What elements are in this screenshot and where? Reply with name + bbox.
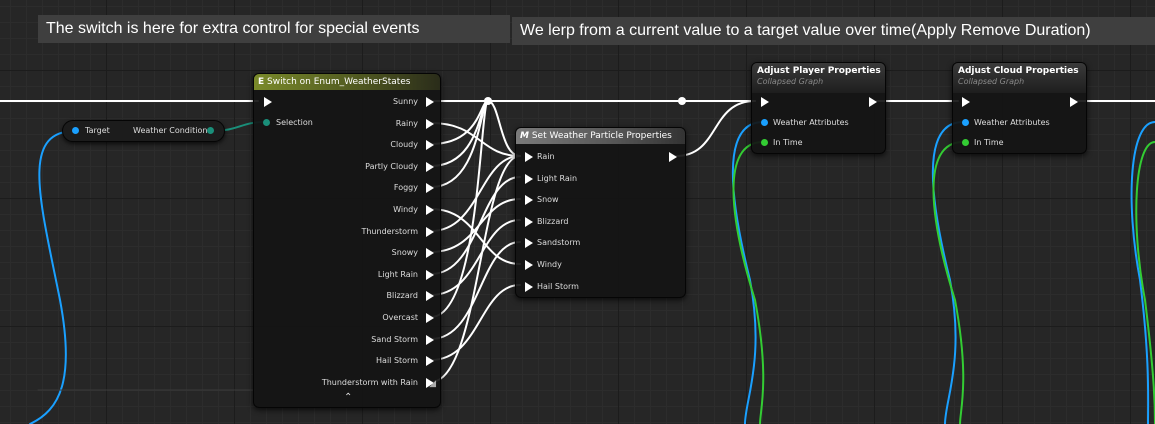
switch-output-label: Thunderstorm <box>361 226 418 236</box>
particle-title: Set Weather Particle Properties <box>531 131 672 141</box>
player-title: Adjust Player Properties <box>757 66 881 76</box>
particle-input-label: Sandstorm <box>537 238 581 248</box>
exec-wire-particle-out <box>675 100 756 157</box>
switch-output-label: Cloudy <box>390 140 418 150</box>
switch-output-label: Blizzard <box>386 291 418 301</box>
float-wire-cloud-time <box>932 141 965 424</box>
particle-input-label: Light Rain <box>537 173 578 183</box>
switch-output-pin[interactable] <box>426 97 434 107</box>
target-pin[interactable] <box>72 127 79 134</box>
particle-node[interactable]: M Set Weather Particle Properties Rain Li… <box>515 127 686 298</box>
player-header: Adjust Player Properties Collapsed Graph <box>752 63 885 93</box>
switch-output-label: Partly Cloudy <box>365 161 418 171</box>
switch-output-pin[interactable] <box>426 226 434 237</box>
cloud-header: Adjust Cloud Properties Collapsed Graph <box>953 63 1086 93</box>
cloud-subtitle: Collapsed Graph <box>958 77 1025 86</box>
particle-input-pin[interactable] <box>525 260 533 270</box>
switch-exec-in-pin[interactable] <box>264 97 272 107</box>
cloud-time-label: In Time <box>974 138 1004 147</box>
switch-node[interactable]: E Switch on Enum_WeatherStates Selection… <box>253 73 441 408</box>
resize-grip-icon[interactable]: ◢ <box>429 379 436 389</box>
switch-output-pin[interactable] <box>426 118 434 129</box>
particle-input-pin[interactable] <box>525 238 533 249</box>
expand-arrow-icon[interactable]: ⌃ <box>344 392 352 403</box>
player-time-label: In Time <box>773 138 803 147</box>
selection-label: Selection <box>276 118 313 127</box>
switch-output-label: Rainy <box>395 118 418 128</box>
enum-switch-icon: E <box>258 77 265 87</box>
reroute-knot-2 <box>678 97 686 105</box>
particle-exec-out-pin[interactable] <box>669 152 677 162</box>
struct-wire-edge <box>1130 121 1155 424</box>
weather-condition-label: Weather Condition <box>133 126 208 135</box>
particle-input-pin[interactable] <box>525 281 533 292</box>
particle-input-label: Blizzard <box>537 216 569 226</box>
selection-pin[interactable] <box>263 119 270 126</box>
exec-wire-thunderrain <box>430 155 521 383</box>
particle-header: M Set Weather Particle Properties <box>516 128 685 144</box>
player-attr-pin[interactable] <box>761 119 768 126</box>
switch-output-pin[interactable] <box>426 313 434 323</box>
weather-condition-pin[interactable] <box>207 127 214 134</box>
switch-output-pin[interactable] <box>426 183 434 194</box>
player-time-pin[interactable] <box>761 139 768 146</box>
switch-output-label: Foggy <box>393 183 418 193</box>
switch-output-label: Snowy <box>391 248 418 258</box>
exec-wire-sandstorm <box>430 241 521 340</box>
switch-output-label: Thunderstorm with Rain <box>321 377 418 387</box>
particle-input-label: Windy <box>537 260 562 269</box>
switch-output-pin[interactable] <box>426 334 434 345</box>
particle-input-pin[interactable] <box>525 195 533 206</box>
cloud-exec-in-pin[interactable] <box>962 97 970 107</box>
exec-wire-windy <box>430 208 521 265</box>
switch-output-pin[interactable] <box>426 356 434 367</box>
particle-input-pin[interactable] <box>525 152 533 162</box>
player-node[interactable]: Adjust Player Properties Collapsed Graph… <box>751 62 886 154</box>
switch-output-label: Overcast <box>382 313 418 322</box>
cloud-attr-pin[interactable] <box>962 119 969 126</box>
exec-wire-lightrain <box>430 176 521 275</box>
switch-output-pin[interactable] <box>426 291 434 302</box>
switch-output-label: Windy <box>393 205 418 214</box>
struct-wire-target <box>29 130 76 424</box>
switch-output-label: Sunny <box>392 97 418 106</box>
player-subtitle: Collapsed Graph <box>757 77 824 86</box>
switch-output-pin[interactable] <box>426 205 434 215</box>
target-node[interactable]: Target Weather Condition <box>62 120 225 142</box>
particle-input-pin[interactable] <box>525 173 533 184</box>
macro-icon: M <box>520 131 529 141</box>
particle-input-label: Hail Storm <box>537 281 579 291</box>
cloud-title: Adjust Cloud Properties <box>958 66 1079 76</box>
particle-input-label: Rain <box>537 152 555 161</box>
particle-input-pin[interactable] <box>525 216 533 227</box>
switch-output-pin[interactable] <box>426 269 434 280</box>
cloud-node[interactable]: Adjust Cloud Properties Collapsed Graph … <box>952 62 1087 154</box>
switch-output-pin[interactable] <box>426 161 434 172</box>
player-exec-in-pin[interactable] <box>761 97 769 107</box>
float-wire-player-time <box>732 141 765 424</box>
switch-header: E Switch on Enum_WeatherStates <box>254 74 440 90</box>
switch-output-label: Sand Storm <box>371 334 418 344</box>
cloud-exec-out-pin[interactable] <box>1070 97 1078 107</box>
reroute-knot-1 <box>484 97 492 105</box>
switch-output-pin[interactable] <box>426 140 434 151</box>
cloud-attr-label: Weather Attributes <box>974 118 1050 127</box>
cloud-time-pin[interactable] <box>962 139 969 146</box>
switch-output-pin[interactable] <box>426 248 434 259</box>
switch-output-label: Hail Storm <box>376 356 418 366</box>
player-exec-out-pin[interactable] <box>869 97 877 107</box>
switch-title: Switch on Enum_WeatherStates <box>267 77 411 87</box>
switch-output-label: Light Rain <box>377 269 418 279</box>
target-label: Target <box>85 126 110 135</box>
player-attr-label: Weather Attributes <box>773 118 849 127</box>
particle-input-label: Snow <box>537 195 559 205</box>
float-wire-edge <box>1135 141 1155 424</box>
